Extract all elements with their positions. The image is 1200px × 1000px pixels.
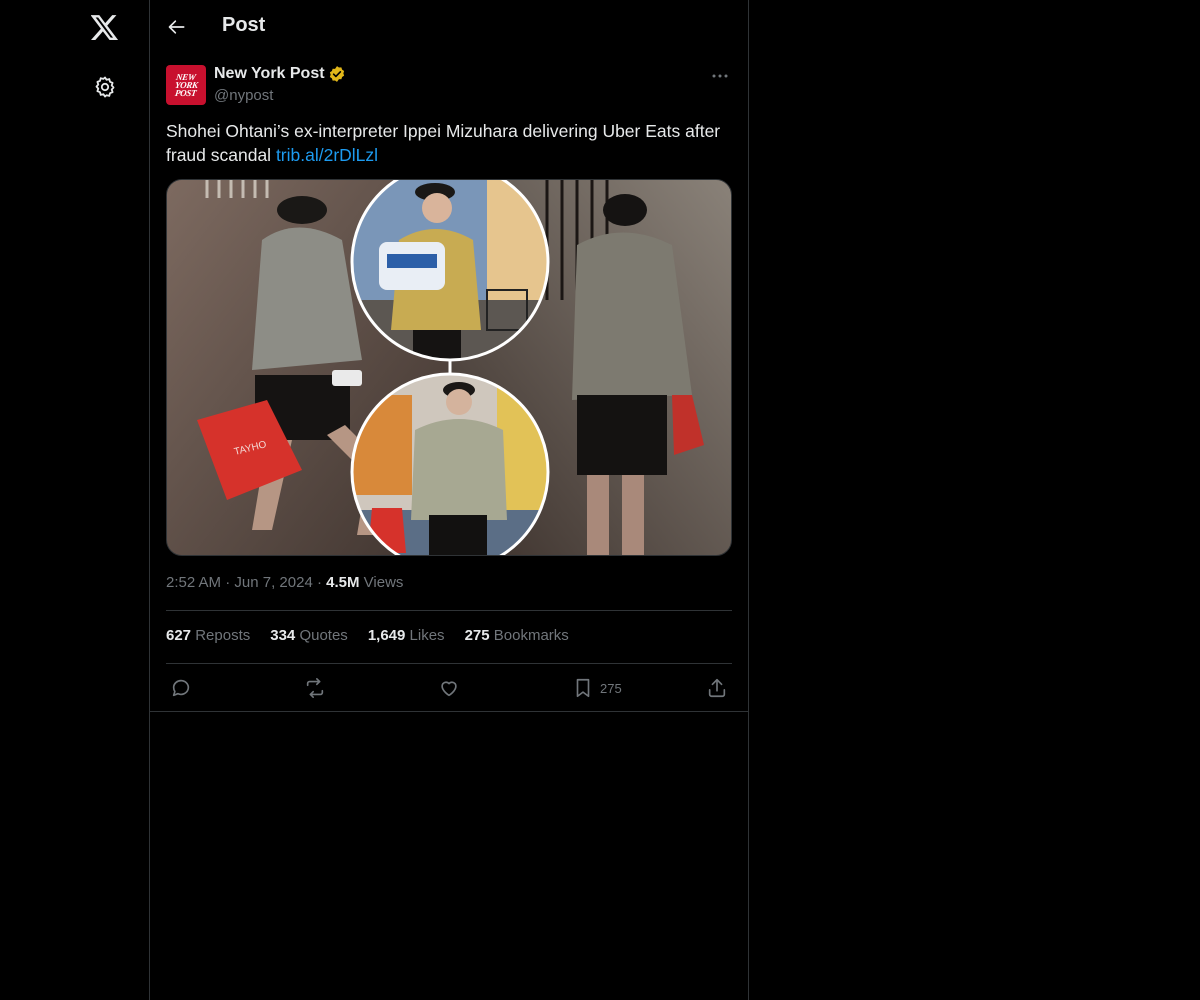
like-button[interactable] (438, 674, 460, 702)
repost-icon (306, 678, 324, 698)
stat-reposts[interactable]: 627 Reposts (166, 627, 250, 644)
post-bottom-divider (150, 711, 748, 712)
views-count: 4.5M (326, 574, 360, 591)
bookmark-button[interactable]: 275 (572, 674, 622, 702)
stat-count: 627 (166, 627, 192, 644)
bookmark-count: 275 (600, 680, 622, 696)
post-text: Shohei Ohtani’s ex-interpreter Ippei Miz… (166, 119, 732, 167)
page-title: Post (222, 14, 266, 36)
arrow-left-icon (168, 20, 185, 34)
heart-icon (441, 681, 457, 697)
post-time[interactable]: 2:52 AM (166, 574, 221, 591)
post-link[interactable]: trib.al/2rDlLzl (276, 145, 378, 165)
verified-badge-icon (328, 65, 346, 83)
more-dots-icon (712, 74, 728, 78)
stat-label: Quotes (299, 627, 348, 644)
stat-bookmarks[interactable]: 275 Bookmarks (465, 627, 569, 644)
post-meta: 2:52 AM · Jun 7, 2024 · 4.5M Views (166, 574, 403, 591)
left-nav (0, 0, 149, 1000)
stat-label: Bookmarks (493, 627, 569, 644)
post: NEW YORK POST New York Post @nypost Shoh… (166, 64, 732, 698)
bookmark-icon (576, 678, 590, 698)
stat-count: 334 (270, 627, 296, 644)
meta-separator: · (316, 574, 327, 591)
stats-row: 627 Reposts 334 Quotes 1,649 Likes 275 B… (166, 627, 569, 644)
stat-quotes[interactable]: 334 Quotes (270, 627, 348, 644)
stat-count: 275 (464, 627, 490, 644)
post-date[interactable]: Jun 7, 2024 (234, 574, 312, 591)
actions-row: 275 (166, 674, 732, 702)
stat-label: Likes (409, 627, 445, 644)
divider (166, 663, 732, 664)
stat-likes[interactable]: 1,649 Likes (368, 627, 445, 644)
author-handle[interactable]: @nypost (214, 87, 273, 104)
post-media-image[interactable]: TAYHO (166, 179, 732, 556)
author-name[interactable]: New York Post (214, 65, 346, 83)
repost-button[interactable] (304, 674, 326, 702)
divider (166, 610, 732, 611)
page-header: Post (150, 0, 748, 54)
author-name-text: New York Post (214, 65, 325, 82)
avatar-line: POST (174, 88, 198, 98)
post-body: Shohei Ohtani’s ex-interpreter Ippei Miz… (166, 121, 721, 165)
x-logo-icon[interactable] (81, 4, 129, 52)
more-options-button[interactable] (708, 64, 732, 88)
author-row: NEW YORK POST New York Post @nypost (166, 64, 732, 108)
share-button[interactable] (706, 674, 728, 702)
share-icon (708, 678, 726, 698)
back-button[interactable] (160, 10, 194, 44)
reply-icon (172, 679, 190, 697)
avatar[interactable]: NEW YORK POST (166, 65, 206, 105)
views-label: Views (363, 574, 404, 591)
meta-separator: · (225, 574, 235, 591)
gear-icon[interactable] (81, 63, 129, 111)
main-column: Post NEW YORK POST New York Post @nypost (149, 0, 749, 1000)
stat-label: Reposts (195, 627, 251, 644)
stat-count: 1,649 (367, 627, 406, 644)
reply-button[interactable] (170, 674, 192, 702)
